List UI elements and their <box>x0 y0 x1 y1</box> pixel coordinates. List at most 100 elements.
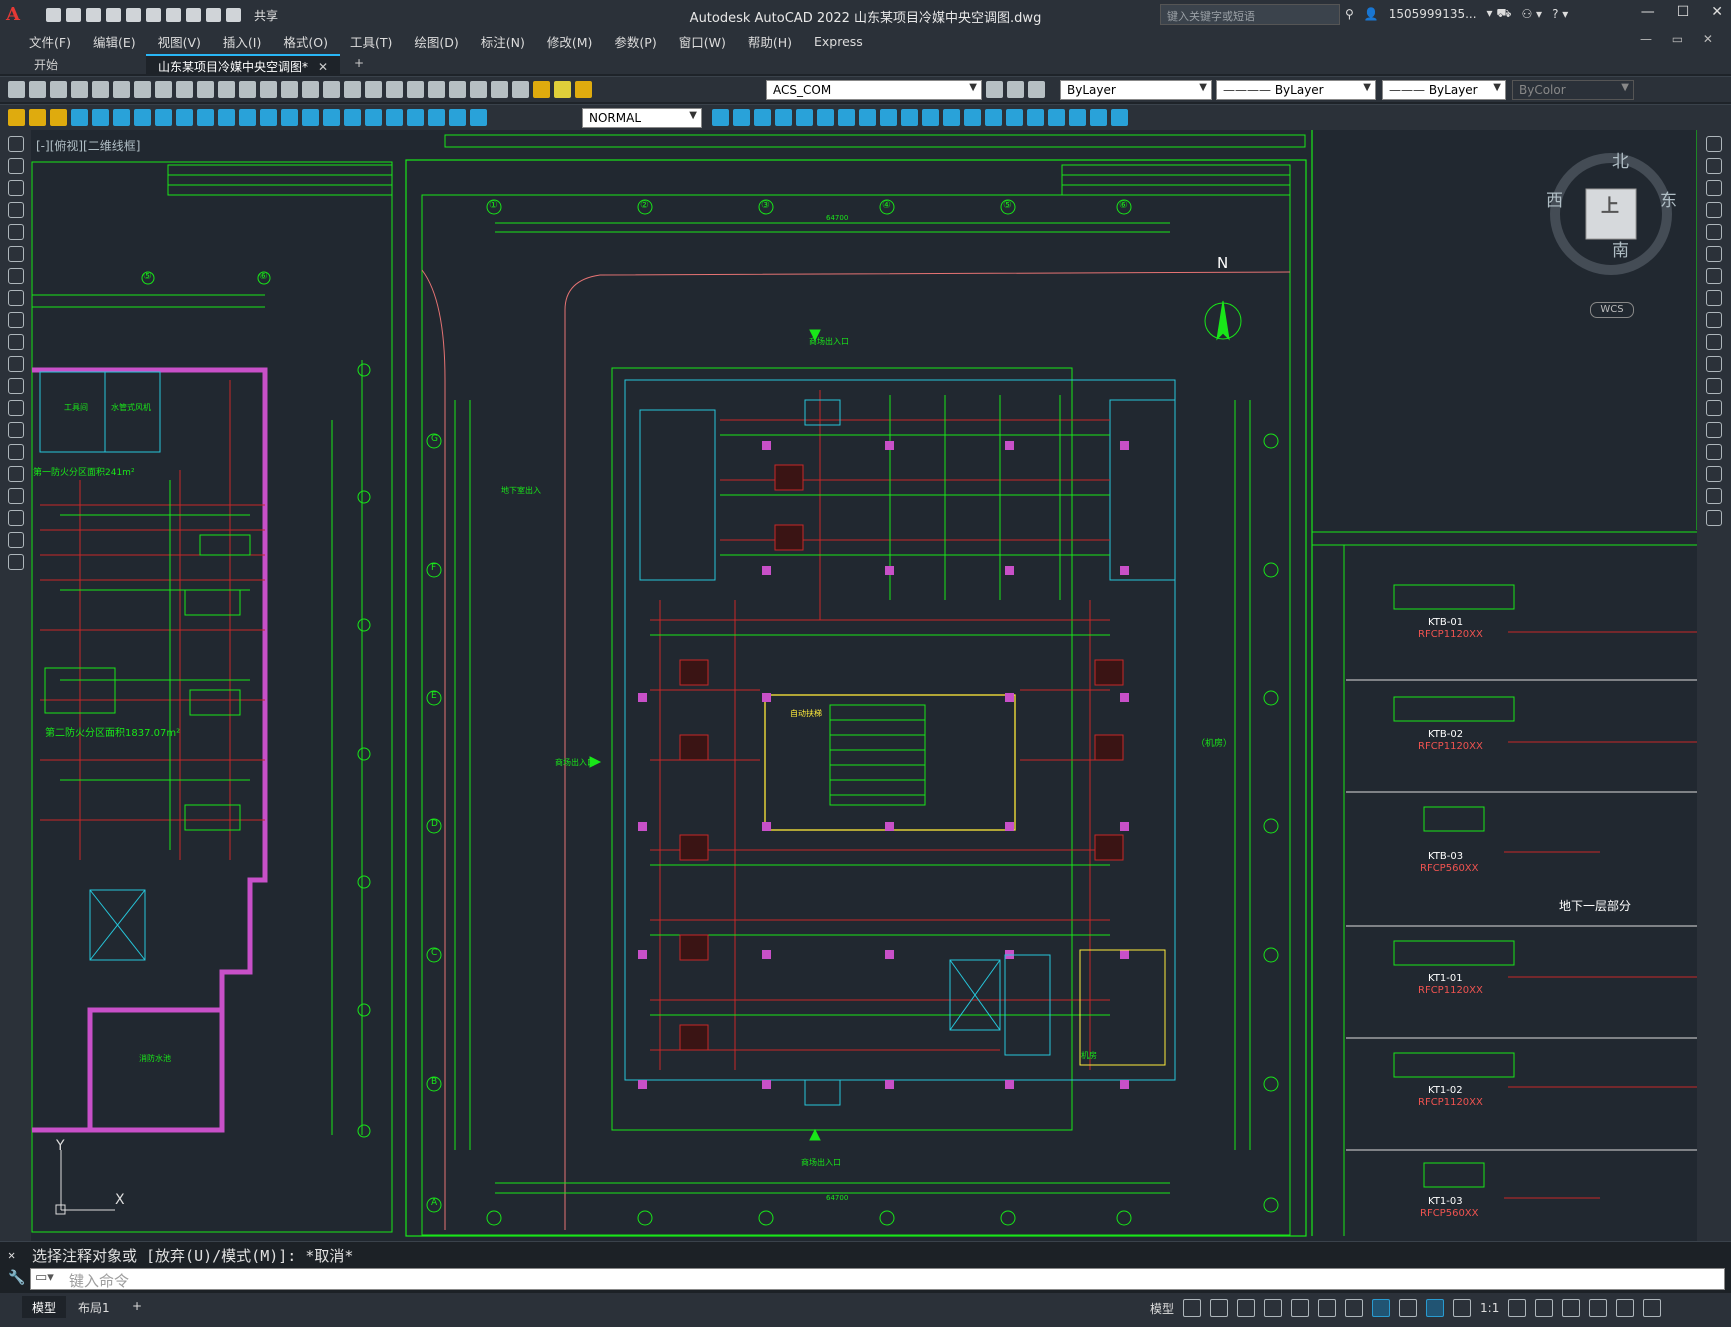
tb3-icon-16[interactable] <box>1027 109 1044 126</box>
viewcube-top-face[interactable]: 上 <box>1601 192 1619 218</box>
break-tool-icon[interactable] <box>1706 400 1722 416</box>
tb3-icon-13[interactable] <box>964 109 981 126</box>
save-tb-icon[interactable] <box>50 81 67 98</box>
plot-icon[interactable] <box>166 8 181 22</box>
customize-menu-icon[interactable] <box>1643 1299 1662 1317</box>
tool-palettes-icon[interactable] <box>407 81 424 98</box>
rotate-tool-icon[interactable] <box>1706 268 1722 284</box>
arc-tool-icon[interactable] <box>8 246 24 262</box>
menu-view[interactable]: 视图(V) <box>147 32 212 51</box>
table-tool-icon[interactable] <box>8 510 24 526</box>
otrack-icon[interactable] <box>1345 1299 1364 1317</box>
menu-tools[interactable]: 工具(T) <box>339 32 403 51</box>
region-tool-icon[interactable] <box>8 488 24 504</box>
scale-tool-icon[interactable] <box>1706 290 1722 306</box>
minimize-button[interactable]: — <box>1641 4 1655 20</box>
xline-tool-icon[interactable] <box>8 158 24 174</box>
clean-screen-icon[interactable] <box>1616 1299 1635 1317</box>
infer-icon[interactable] <box>1237 1299 1256 1317</box>
polar-icon[interactable] <box>1291 1299 1310 1317</box>
viewcube-north[interactable]: 北 <box>1612 147 1629 172</box>
auto-scale-icon[interactable] <box>1453 1299 1472 1317</box>
annotation-visibility-icon[interactable] <box>1426 1299 1445 1317</box>
tb3-icon-6[interactable] <box>817 109 834 126</box>
redo-icon[interactable] <box>206 8 221 22</box>
command-prompt-icon[interactable]: ▭▾ <box>35 1270 54 1285</box>
wcs-menu[interactable]: WCS <box>1590 302 1634 318</box>
menu-help[interactable]: 帮助(H) <box>737 32 803 51</box>
copy-icon[interactable] <box>176 81 193 98</box>
insert-block-tool-icon[interactable] <box>8 378 24 394</box>
menu-dimension[interactable]: 标注(N) <box>470 32 536 51</box>
isodraft-icon[interactable] <box>1318 1299 1337 1317</box>
tb3-icon-18[interactable] <box>1069 109 1086 126</box>
tb3-icon-12[interactable] <box>943 109 960 126</box>
plotstyle-dropdown[interactable]: ByColor ▼ <box>1512 80 1634 100</box>
spline-tool-icon[interactable] <box>8 312 24 328</box>
hatch-tool-icon[interactable] <box>8 444 24 460</box>
cart-icon[interactable]: ▾ ⛟ <box>1487 6 1512 22</box>
center-mark-icon[interactable] <box>365 109 382 126</box>
add-selected-tool-icon[interactable] <box>8 554 24 570</box>
tolerance-icon[interactable] <box>344 109 361 126</box>
tb3-icon-9[interactable] <box>880 109 897 126</box>
publish-icon[interactable] <box>113 81 130 98</box>
layer-bulb-icon[interactable] <box>533 81 550 98</box>
new-tab-button[interactable]: + <box>342 54 376 74</box>
line-tool-icon[interactable] <box>8 136 24 152</box>
tb3-icon-2[interactable] <box>733 109 750 126</box>
settings-gear-icon[interactable] <box>1508 1299 1527 1317</box>
drawing-canvas[interactable]: [-][俯视][二维线框] ① ② ③ ④ ⑤ ⑥ G F E D C B A … <box>31 130 1697 1241</box>
make-current-icon[interactable] <box>986 81 1003 98</box>
wrench-icon[interactable]: 🔧 <box>8 1270 25 1286</box>
menu-file[interactable]: 文件(F) <box>18 32 82 51</box>
fillet-tool-icon[interactable] <box>1706 466 1722 482</box>
jogged-icon[interactable] <box>176 109 193 126</box>
hardware-accel-icon[interactable] <box>1589 1299 1608 1317</box>
tab-start[interactable]: 开始 <box>22 54 70 74</box>
tb3-icon-8[interactable] <box>859 109 876 126</box>
sheet-set-icon[interactable] <box>428 81 445 98</box>
tb3-icon-17[interactable] <box>1048 109 1065 126</box>
tb3-icon-10[interactable] <box>901 109 918 126</box>
user-name[interactable]: 1505999135... <box>1389 7 1477 21</box>
grid-icon[interactable] <box>1183 1299 1202 1317</box>
isolate-icon[interactable] <box>1562 1299 1581 1317</box>
help-icon[interactable]: ? ▾ <box>1552 7 1568 21</box>
matchprop-icon[interactable] <box>218 81 235 98</box>
tb3-icon-4[interactable] <box>775 109 792 126</box>
tb3-icon-3[interactable] <box>754 109 771 126</box>
pan-icon[interactable] <box>281 81 298 98</box>
tb3-icon-20[interactable] <box>1111 109 1128 126</box>
dimspace-icon[interactable] <box>302 109 319 126</box>
extend-tool-icon[interactable] <box>1706 356 1722 372</box>
plot-tb-icon[interactable] <box>71 81 88 98</box>
polygon-tool-icon[interactable] <box>8 202 24 218</box>
lineweight-dropdown[interactable]: ——— ByLayer ▼ <box>1382 80 1506 100</box>
maximize-button[interactable]: ☐ <box>1677 4 1690 20</box>
redo-tb-icon[interactable] <box>260 81 277 98</box>
cut-icon[interactable] <box>155 81 172 98</box>
circle-tool-icon[interactable] <box>8 268 24 284</box>
rectangle-tool-icon[interactable] <box>8 224 24 240</box>
ortho-icon[interactable] <box>1264 1299 1283 1317</box>
arc-length-icon[interactable] <box>113 109 130 126</box>
pline-tool-icon[interactable] <box>8 180 24 196</box>
layer-properties-icon[interactable] <box>512 81 529 98</box>
zoom-window-icon[interactable] <box>323 81 340 98</box>
add-layout-button[interactable]: + <box>122 1296 152 1318</box>
menu-modify[interactable]: 修改(M) <box>536 32 604 51</box>
quick-dim-icon[interactable] <box>239 109 256 126</box>
move-tool-icon[interactable] <box>1706 246 1722 262</box>
dimstyle-dropdown[interactable]: NORMAL ▼ <box>582 108 702 128</box>
erase-tool-icon[interactable] <box>1706 136 1722 152</box>
revcloud-tool-icon[interactable] <box>8 290 24 306</box>
layer-match-icon[interactable] <box>1028 81 1045 98</box>
tb3-icon-11[interactable] <box>922 109 939 126</box>
search-input[interactable]: 键入关键字或短语 <box>1160 4 1340 25</box>
copy-tool-icon[interactable] <box>1706 158 1722 174</box>
dimedit-icon[interactable] <box>428 109 445 126</box>
linear-dim-icon[interactable] <box>71 109 88 126</box>
preview-icon[interactable] <box>92 81 109 98</box>
drawing-svg[interactable] <box>31 130 1697 1241</box>
